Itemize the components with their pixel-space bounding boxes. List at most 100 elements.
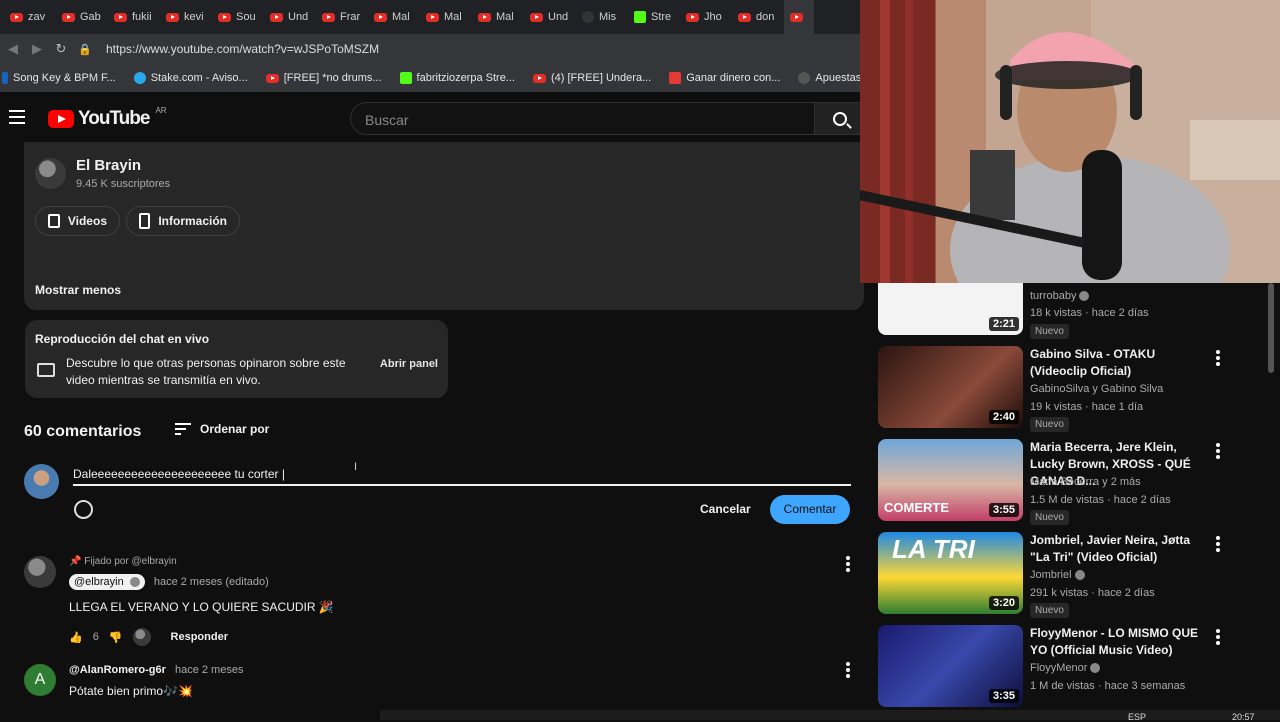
live-chat-replay: Reproducción del chat en vivo Descubre l… xyxy=(25,320,448,398)
youtube-favicon-icon xyxy=(686,12,699,22)
more-options-icon[interactable] xyxy=(1216,629,1220,645)
comment-time[interactable]: hace 2 meses xyxy=(175,664,243,676)
dislike-icon[interactable]: 👎 xyxy=(109,631,123,644)
pinned-label: 📌 Fijado por @elbrayin xyxy=(69,556,177,567)
kick-favicon-icon xyxy=(634,11,646,23)
youtube-favicon-icon xyxy=(166,12,179,22)
comment-input[interactable]: Daleeeeeeeeeeeeeeeeeeeee tu corter | xyxy=(73,465,851,486)
user-avatar xyxy=(24,464,59,499)
person-icon xyxy=(139,213,151,229)
browser-tab[interactable]: Mis xyxy=(576,0,628,34)
video-duration: 2:40 xyxy=(988,410,1019,424)
cancel-button[interactable]: Cancelar xyxy=(700,502,751,516)
forward-icon[interactable]: ▶ xyxy=(26,41,48,57)
comment-avatar[interactable]: A xyxy=(24,664,56,696)
browser-tab[interactable]: Jho xyxy=(680,0,732,34)
video-channel: Jombriel xyxy=(1030,569,1085,581)
browser-tab[interactable]: Und xyxy=(524,0,576,34)
browser-tab[interactable]: Stre xyxy=(628,0,680,34)
search-input[interactable]: Buscar xyxy=(350,102,815,135)
browser-tab[interactable]: Gab xyxy=(56,0,108,34)
browser-tab[interactable]: don xyxy=(732,0,784,34)
video-duration: 3:35 xyxy=(988,689,1019,703)
comment-submit-button[interactable]: Comentar xyxy=(770,495,850,524)
patreon-icon xyxy=(669,72,682,84)
sort-button[interactable]: Ordenar por xyxy=(175,422,269,436)
taskbar-clock[interactable]: 20:57 xyxy=(1232,712,1255,722)
browser-tab[interactable]: Frar xyxy=(316,0,368,34)
youtube-favicon-icon xyxy=(62,12,75,22)
channel-avatar[interactable] xyxy=(35,158,66,189)
browser-tab[interactable]: kevi xyxy=(160,0,212,34)
verified-icon xyxy=(1074,570,1085,581)
hamburger-menu-icon[interactable] xyxy=(9,110,25,124)
youtube-header: YouTube AR Buscar xyxy=(0,92,870,144)
recommended-video[interactable]: 2:40 Gabino Silva - OTAKU (Videoclip Ofi… xyxy=(878,346,1258,432)
bookmark-item[interactable]: Apuestas xyxy=(798,72,860,84)
browser-tab[interactable]: Mal xyxy=(472,0,524,34)
emoji-icon[interactable] xyxy=(74,500,93,519)
browser-tab[interactable]: Und xyxy=(264,0,316,34)
bookmark-item[interactable]: Ganar dinero con... xyxy=(669,72,780,84)
reload-icon[interactable]: ↻ xyxy=(50,41,72,57)
comment-avatar[interactable] xyxy=(24,556,56,588)
sort-icon xyxy=(175,423,191,435)
url-field[interactable]: https://www.youtube.com/watch?v=wJSPoToM… xyxy=(106,42,379,56)
more-options-icon[interactable] xyxy=(846,556,850,572)
video-meta: 291 k vistas · hace 2 días xyxy=(1030,587,1155,599)
bookmark-item[interactable]: [FREE] *no drums... xyxy=(265,72,382,84)
video-thumbnail[interactable]: 2:40 xyxy=(878,346,1023,428)
browser-tab-active[interactable] xyxy=(784,0,814,34)
video-title: Gabino Silva - OTAKU (Videoclip Oficial) xyxy=(1030,347,1156,378)
more-options-icon[interactable] xyxy=(846,662,850,678)
youtube-favicon-icon xyxy=(322,12,335,22)
comment-text: Pótate bien primo🎶💥 xyxy=(69,684,193,698)
back-icon[interactable]: ◀ xyxy=(2,41,24,57)
browser-tab[interactable]: Sou xyxy=(212,0,264,34)
language-indicator[interactable]: ESP xyxy=(1128,712,1146,722)
comment-time[interactable]: hace 2 meses (editado) xyxy=(154,576,269,588)
browser-tab[interactable]: fukii xyxy=(108,0,160,34)
browser-tab[interactable]: Mal xyxy=(368,0,420,34)
video-thumbnail[interactable]: 2:21 xyxy=(878,283,1023,335)
youtube-favicon-icon xyxy=(426,12,439,22)
like-icon[interactable]: 👍 xyxy=(69,631,83,644)
video-meta: 1.5 M de vistas · hace 2 días xyxy=(1030,494,1171,506)
more-options-icon[interactable] xyxy=(1216,350,1220,366)
open-panel-button[interactable]: Abrir panel xyxy=(380,358,438,370)
bookmark-item[interactable]: Stake.com - Aviso... xyxy=(133,72,248,84)
browser-tab[interactable]: Mal xyxy=(420,0,472,34)
more-options-icon[interactable] xyxy=(1216,536,1220,552)
video-duration: 3:20 xyxy=(988,596,1019,610)
sidebar-scrollbar[interactable] xyxy=(1268,283,1274,373)
description-panel: El Brayin 9.45 K suscriptores Videos Inf… xyxy=(24,142,864,310)
more-options-icon[interactable] xyxy=(1216,443,1220,459)
video-meta: 19 k vistas · hace 1 día xyxy=(1030,401,1144,413)
verified-icon xyxy=(1079,291,1090,302)
recommended-video[interactable]: COMERTE 3:55 Maria Becerra, Jere Klein, … xyxy=(878,439,1258,525)
author-handle[interactable]: @elbrayin xyxy=(69,574,145,590)
channel-name[interactable]: El Brayin xyxy=(76,157,141,174)
recommended-video[interactable]: 3:35 FloyyMenor - LO MISMO QUE YO (Offic… xyxy=(878,625,1258,707)
video-thumbnail[interactable]: LA TRI 3:20 xyxy=(878,532,1023,614)
video-duration: 3:55 xyxy=(988,503,1019,517)
subscriber-count: 9.45 K suscriptores xyxy=(76,178,171,190)
youtube-logo[interactable]: YouTube AR xyxy=(48,106,167,130)
video-thumbnail[interactable]: 3:35 xyxy=(878,625,1023,707)
videos-button[interactable]: Videos xyxy=(35,206,120,236)
info-button[interactable]: Información xyxy=(126,206,240,236)
lock-icon[interactable]: 🔒 xyxy=(74,43,96,56)
video-thumbnail[interactable]: COMERTE 3:55 xyxy=(878,439,1023,521)
show-less-button[interactable]: Mostrar menos xyxy=(35,283,121,297)
comment-actions: 👍 6 👎 Responder xyxy=(69,628,228,646)
browser-tab[interactable]: zav xyxy=(4,0,56,34)
bookmark-item[interactable]: Song Key & BPM F... xyxy=(2,72,116,84)
reply-button[interactable]: Responder xyxy=(171,631,228,643)
creator-heart-avatar xyxy=(132,628,151,646)
new-badge: Nuevo xyxy=(1030,324,1069,339)
recommended-video[interactable]: 2:21 turrobaby 18 k vistas · hace 2 días… xyxy=(878,283,1258,339)
author-handle[interactable]: @AlanRomero-g6r xyxy=(69,664,166,676)
bookmark-item[interactable]: fabritziozerpa Stre... xyxy=(399,72,515,84)
bookmark-item[interactable]: (4) [FREE] Undera... xyxy=(532,72,651,84)
recommended-video[interactable]: LA TRI 3:20 Jombriel, Javier Neira, Jøtt… xyxy=(878,532,1258,618)
